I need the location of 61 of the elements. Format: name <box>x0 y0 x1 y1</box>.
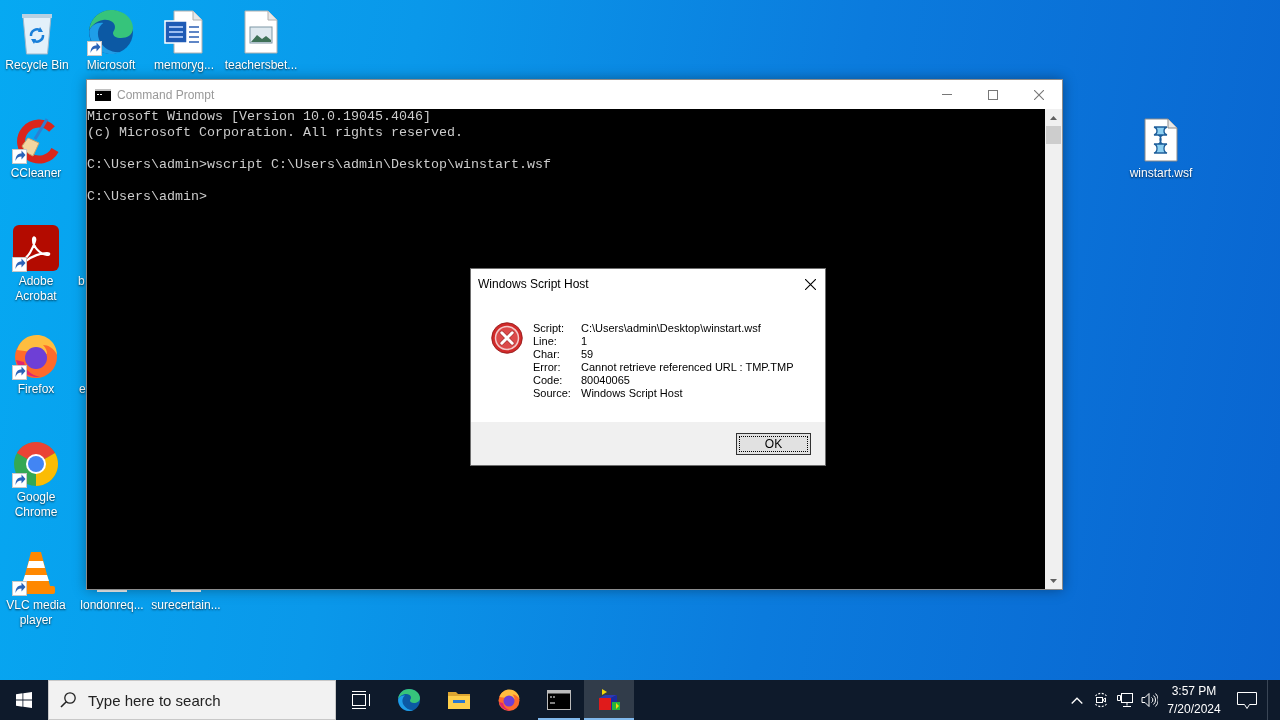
field-label: Source: <box>533 387 571 400</box>
icon-label[interactable]: memoryg... <box>154 58 214 73</box>
chrome-icon[interactable] <box>12 440 60 488</box>
field-label: Code: <box>533 374 563 387</box>
clock-time[interactable]: 3:57 PM <box>1171 682 1217 700</box>
icon-label[interactable]: Firefox <box>17 382 55 397</box>
field-label: Line: <box>533 335 557 348</box>
error-icon <box>491 322 523 354</box>
search-icon <box>60 692 76 708</box>
field-label: Char: <box>533 348 560 361</box>
scrollbar-thumb[interactable] <box>1046 126 1061 144</box>
icon-label[interactable]: teachersbet... <box>224 58 298 73</box>
search-field[interactable]: Type here to search <box>48 680 336 720</box>
colored-cubes-icon[interactable] <box>597 688 621 712</box>
maximize-icon[interactable] <box>988 89 998 100</box>
clock-date[interactable]: 7/20/2024 <box>1167 700 1221 718</box>
firefox-icon[interactable] <box>497 688 521 712</box>
acrobat-icon[interactable] <box>12 224 60 272</box>
icon-label[interactable]: CCleaner <box>10 166 62 181</box>
field-value: Windows Script Host <box>581 387 683 400</box>
folder-icon[interactable] <box>447 690 471 710</box>
network-monitor-icon[interactable] <box>1117 692 1133 708</box>
firefox-icon[interactable] <box>12 332 60 380</box>
close-icon[interactable] <box>804 278 816 290</box>
ccleaner-icon[interactable] <box>12 116 60 164</box>
icon-label[interactable]: b <box>78 274 85 289</box>
chevron-up-icon[interactable] <box>1071 696 1083 704</box>
icon-label[interactable]: Google Chrome <box>0 490 74 520</box>
ok-button[interactable]: OK <box>736 432 811 455</box>
icon-label[interactable]: surecertain... <box>151 598 221 613</box>
icon-label[interactable]: e <box>79 382 86 397</box>
console-line: (c) Microsoft Corporation. All rights reserved. <box>87 125 463 141</box>
task-view-icon[interactable] <box>350 690 370 710</box>
icon-label[interactable]: VLC media player <box>0 598 74 628</box>
windows-logo-icon[interactable] <box>16 692 32 708</box>
icon-label[interactable]: Recycle Bin <box>5 58 69 73</box>
caret-up-icon[interactable] <box>1050 115 1057 120</box>
icon-label[interactable]: Adobe Acrobat <box>0 274 74 304</box>
console-icon[interactable] <box>547 690 571 710</box>
icon-label[interactable]: Microsoft <box>86 58 136 73</box>
console-line: Microsoft Windows [Version 10.0.19045.4046] <box>87 109 431 125</box>
edge-browser-icon[interactable] <box>397 688 421 712</box>
field-value: Cannot retrieve referenced URL : TMP.TMP <box>581 361 794 374</box>
field-value: C:\Users\admin\Desktop\winstart.wsf <box>581 322 761 335</box>
dialog-title: Windows Script Host <box>478 276 589 293</box>
icon-label[interactable]: winstart.wsf <box>1129 166 1193 181</box>
field-label: Error: <box>533 361 561 374</box>
console-line: C:\Users\admin> <box>87 189 207 205</box>
edge-browser-icon[interactable] <box>87 8 135 56</box>
field-value: 59 <box>581 348 594 361</box>
speech-bubble-icon[interactable] <box>1237 691 1257 709</box>
field-label: Script: <box>533 322 565 335</box>
field-value: 80040065 <box>581 374 630 387</box>
icon-label[interactable]: londonreq... <box>80 598 144 613</box>
field-value: 1 <box>581 335 588 348</box>
camera-icon[interactable] <box>1093 692 1109 708</box>
speaker-icon[interactable] <box>1140 692 1158 708</box>
window-title: Command Prompt <box>117 86 215 104</box>
caret-down-icon[interactable] <box>1050 578 1057 583</box>
console-line: C:\Users\admin>wscript C:\Users\admin\Desktop\winstart.wsf <box>87 157 551 173</box>
console-icon <box>95 88 111 101</box>
